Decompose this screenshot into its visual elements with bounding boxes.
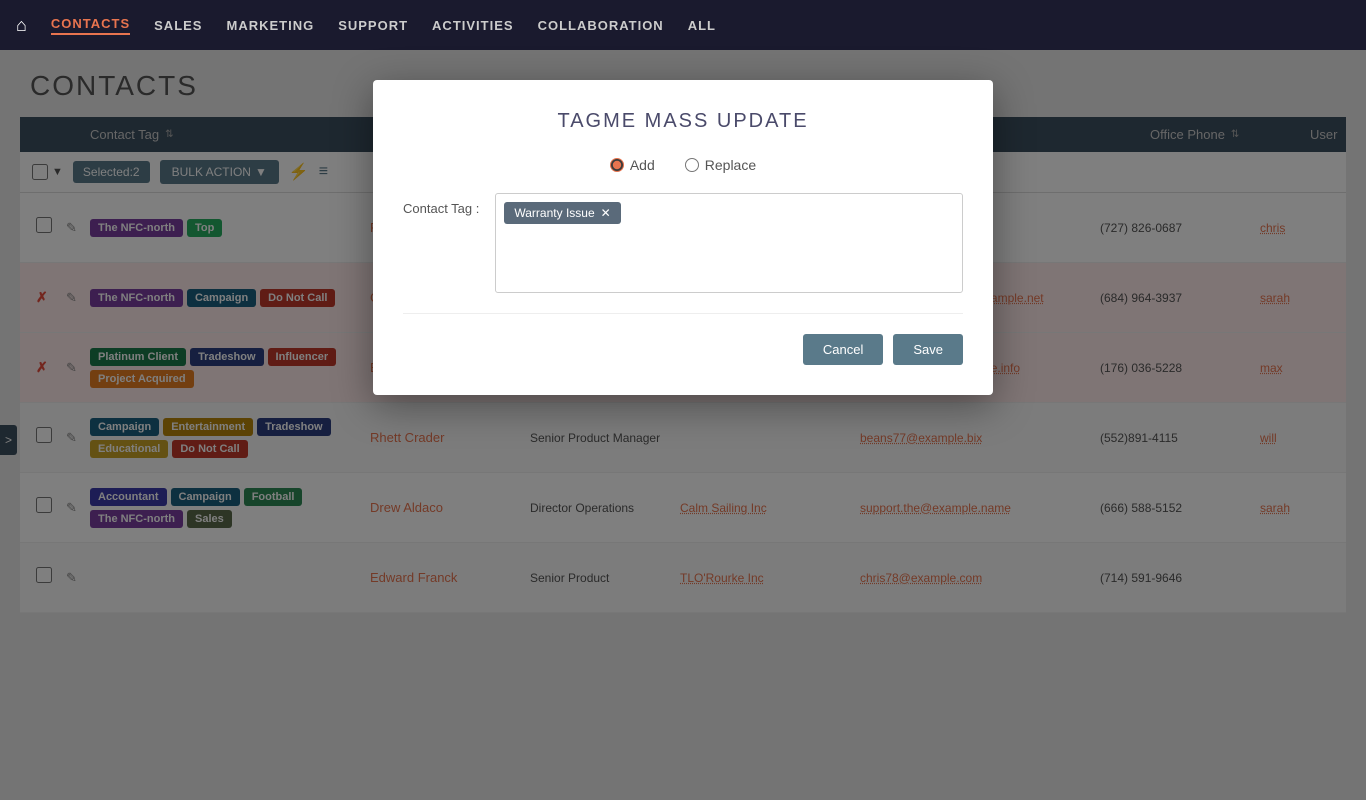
- modal-tag-label: Warranty Issue: [514, 206, 594, 220]
- radio-add-text: Add: [630, 157, 655, 173]
- modal-tagme-mass-update: TAGME MASS UPDATE Add Replace Contact Ta…: [373, 80, 993, 395]
- modal-radio-group: Add Replace: [403, 157, 963, 173]
- nav-item-support[interactable]: SUPPORT: [338, 18, 408, 33]
- save-button[interactable]: Save: [893, 334, 963, 365]
- modal-tag-close-icon[interactable]: ✕: [601, 206, 611, 220]
- radio-add-label[interactable]: Add: [610, 157, 655, 173]
- nav-item-contacts[interactable]: CONTACTS: [51, 16, 130, 35]
- modal-title: TAGME MASS UPDATE: [403, 110, 963, 133]
- radio-add[interactable]: [610, 158, 624, 172]
- radio-replace[interactable]: [685, 158, 699, 172]
- modal-form-label: Contact Tag :: [403, 193, 479, 216]
- nav-item-sales[interactable]: SALES: [154, 18, 202, 33]
- modal-tag-warranty-issue: Warranty Issue ✕: [504, 202, 620, 224]
- modal-divider: [403, 313, 963, 314]
- modal-overlay[interactable]: TAGME MASS UPDATE Add Replace Contact Ta…: [0, 50, 1366, 800]
- modal-actions: Cancel Save: [403, 334, 963, 365]
- nav-item-activities[interactable]: ACTIVITIES: [432, 18, 514, 33]
- top-navigation: ⌂ CONTACTS SALES MARKETING SUPPORT ACTIV…: [0, 0, 1366, 50]
- page-background: > CONTACTS Contact Tag ⇅ Name ⇅ Title Ac…: [0, 50, 1366, 800]
- nav-item-all[interactable]: ALL: [688, 18, 716, 33]
- radio-replace-text: Replace: [705, 157, 756, 173]
- home-icon[interactable]: ⌂: [16, 15, 27, 36]
- modal-form-row: Contact Tag : Warranty Issue ✕: [403, 193, 963, 293]
- cancel-button[interactable]: Cancel: [803, 334, 883, 365]
- modal-tag-input[interactable]: Warranty Issue ✕: [495, 193, 963, 293]
- nav-item-marketing[interactable]: MARKETING: [226, 18, 314, 33]
- nav-item-collaboration[interactable]: COLLABORATION: [538, 18, 664, 33]
- radio-replace-label[interactable]: Replace: [685, 157, 756, 173]
